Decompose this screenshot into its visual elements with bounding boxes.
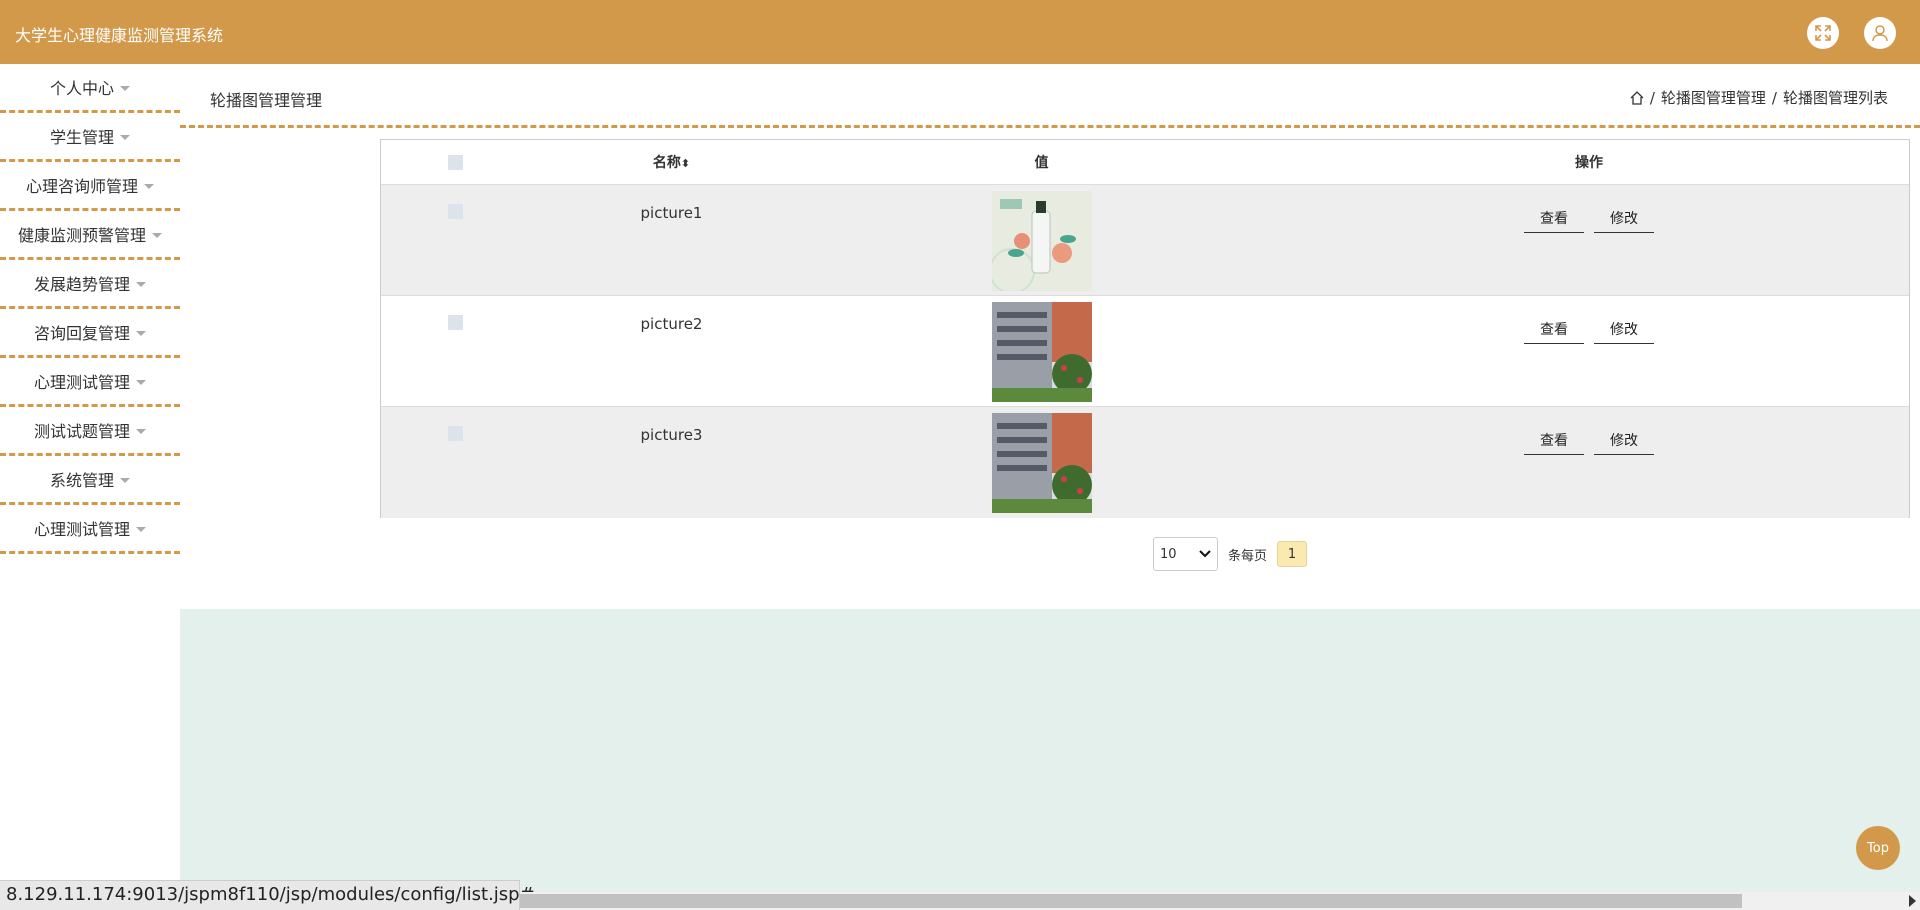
scroll-right-arrow-icon[interactable]	[1909, 895, 1916, 907]
row-checkbox[interactable]	[447, 315, 463, 330]
user-icon[interactable]	[1864, 17, 1896, 49]
column-header-actions: 操作	[1575, 155, 1603, 171]
column-header-name[interactable]: 名称⬍	[529, 152, 814, 172]
header-divider	[180, 125, 1920, 128]
scrollbar-thumb[interactable]	[520, 894, 1742, 908]
edit-button[interactable]: 修改	[1594, 425, 1654, 455]
table-header: 名称⬍ 值 操作	[381, 140, 1909, 185]
edit-button[interactable]: 修改	[1594, 314, 1654, 344]
table-row: picture2 查看 修改	[381, 296, 1909, 407]
row-checkbox[interactable]	[447, 426, 463, 441]
breadcrumb: / 轮播图管理管理 / 轮播图管理列表	[1630, 87, 1888, 108]
horizontal-scrollbar[interactable]	[520, 892, 1920, 910]
app-title: 大学生心理健康监测管理系统	[15, 26, 224, 45]
view-button[interactable]: 查看	[1524, 425, 1584, 455]
sidebar-item-students[interactable]: 学生管理	[0, 113, 180, 162]
sidebar-item-label: 学生管理	[49, 128, 114, 147]
sidebar-item-system[interactable]: 系统管理	[0, 456, 180, 505]
per-page-label: 条每页	[1228, 548, 1268, 564]
caret-down-icon	[136, 379, 146, 385]
view-button[interactable]: 查看	[1524, 203, 1584, 233]
carousel-image-thumbnail[interactable]	[991, 191, 1092, 291]
page-size-value: 10	[1160, 546, 1177, 562]
home-icon[interactable]	[1630, 90, 1644, 105]
page-title: 轮播图管理管理	[210, 91, 323, 110]
table-row: picture1 查看 修改	[381, 185, 1909, 296]
carousel-image-thumbnail[interactable]	[991, 302, 1092, 402]
sidebar-item-label: 健康监测预警管理	[17, 226, 146, 245]
data-table: 名称⬍ 值 操作 picture1 查看 修改 picture2 查看 修改 p…	[380, 139, 1910, 518]
page-size-select[interactable]: 10	[1153, 537, 1218, 571]
sidebar-item-replies[interactable]: 咨询回复管理	[0, 309, 180, 358]
page-number-button[interactable]: 1	[1277, 541, 1308, 567]
pagination: 10 条每页 1	[1153, 537, 1308, 571]
caret-down-icon	[120, 477, 130, 483]
sidebar-item-label: 心理咨询师管理	[25, 177, 138, 196]
caret-down-icon	[152, 232, 162, 238]
sidebar-item-label: 心理测试管理	[33, 373, 130, 392]
view-button[interactable]: 查看	[1524, 314, 1584, 344]
sidebar-item-psych-tests-2[interactable]: 心理测试管理	[0, 505, 180, 554]
sidebar-item-test-questions[interactable]: 测试试题管理	[0, 407, 180, 456]
sidebar-item-label: 咨询回复管理	[33, 324, 130, 343]
carousel-image-thumbnail[interactable]	[991, 413, 1092, 513]
sidebar-item-personal-center[interactable]: 个人中心	[0, 64, 180, 113]
sidebar-item-counselors[interactable]: 心理咨询师管理	[0, 162, 180, 211]
breadcrumb-separator: /	[1771, 88, 1777, 107]
sidebar-item-label: 心理测试管理	[33, 520, 130, 539]
sidebar-item-trends[interactable]: 发展趋势管理	[0, 260, 180, 309]
fullscreen-icon[interactable]	[1807, 17, 1839, 49]
sidebar-item-label: 个人中心	[49, 79, 114, 98]
sidebar-item-label: 测试试题管理	[33, 422, 130, 441]
caret-down-icon	[136, 330, 146, 336]
caret-down-icon	[120, 85, 130, 91]
row-name: picture3	[640, 426, 703, 444]
sidebar-item-label: 系统管理	[49, 471, 114, 490]
breadcrumb-separator: /	[1649, 88, 1655, 107]
sidebar: 个人中心 学生管理 心理咨询师管理 健康监测预警管理 发展趋势管理 咨询回复管理…	[0, 64, 180, 554]
row-checkbox[interactable]	[447, 204, 463, 219]
sidebar-item-psych-tests[interactable]: 心理测试管理	[0, 358, 180, 407]
select-all-checkbox[interactable]	[447, 154, 463, 170]
edit-button[interactable]: 修改	[1594, 203, 1654, 233]
sidebar-item-health-warning[interactable]: 健康监测预警管理	[0, 211, 180, 260]
caret-down-icon	[136, 281, 146, 287]
caret-down-icon	[136, 526, 146, 532]
top-bar: 大学生心理健康监测管理系统	[0, 0, 1920, 64]
chevron-down-icon	[1199, 550, 1211, 558]
back-to-top-button[interactable]: Top	[1856, 826, 1900, 870]
breadcrumb-item-current: 轮播图管理列表	[1782, 89, 1888, 107]
row-name: picture1	[640, 204, 703, 222]
caret-down-icon	[144, 183, 154, 189]
sort-icon[interactable]: ⬍	[681, 157, 690, 170]
caret-down-icon	[120, 134, 130, 140]
caret-down-icon	[136, 428, 146, 434]
breadcrumb-item[interactable]: 轮播图管理管理	[1661, 87, 1766, 108]
content-background	[180, 609, 1920, 910]
sidebar-item-label: 发展趋势管理	[33, 275, 130, 294]
status-url-bar: 8.129.11.174:9013/jspm8f110/jsp/modules/…	[0, 880, 535, 910]
row-name: picture2	[640, 315, 703, 333]
column-header-value: 值	[1034, 155, 1049, 171]
table-row: picture3 查看 修改	[381, 407, 1909, 518]
